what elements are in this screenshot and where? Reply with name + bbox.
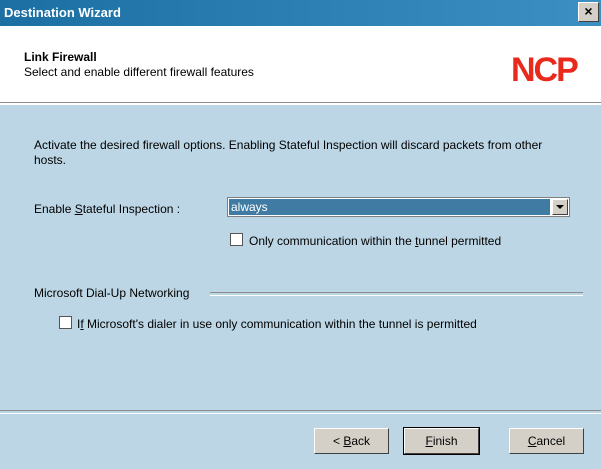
page-subtitle: Select and enable different firewall fea… [24,65,254,79]
dialup-group-label: Microsoft Dial-Up Networking [34,286,190,300]
group-divider [210,292,583,296]
title-bar: Destination Wizard × [0,0,601,26]
tunnel-only-label[interactable]: Only communication within the tunnel per… [249,234,501,248]
ms-dialer-label[interactable]: If Microsoft's dialer in use only commun… [77,317,477,331]
window-title: Destination Wizard [4,5,121,20]
close-button[interactable]: × [578,2,599,22]
page-title: Link Firewall [24,50,97,64]
footer-divider [0,410,601,414]
back-button[interactable]: < Back [314,428,389,454]
ncp-logo: NCP [511,51,580,86]
stateful-inspection-value: always [229,199,550,215]
wizard-body: Activate the desired firewall options. E… [0,105,601,469]
ms-dialer-checkbox[interactable] [59,316,72,329]
stateful-label: Enable Stateful Inspection : [34,202,181,216]
tunnel-only-checkbox[interactable] [230,233,243,246]
intro-text: Activate the desired firewall options. E… [34,138,543,167]
finish-button[interactable]: Finish [403,427,480,455]
wizard-header: Link Firewall Select and enable differen… [0,26,601,102]
chevron-down-icon[interactable] [552,199,568,215]
stateful-inspection-select[interactable]: always [227,197,570,217]
logo-text: NCP [511,51,578,86]
cancel-button[interactable]: Cancel [509,428,584,454]
